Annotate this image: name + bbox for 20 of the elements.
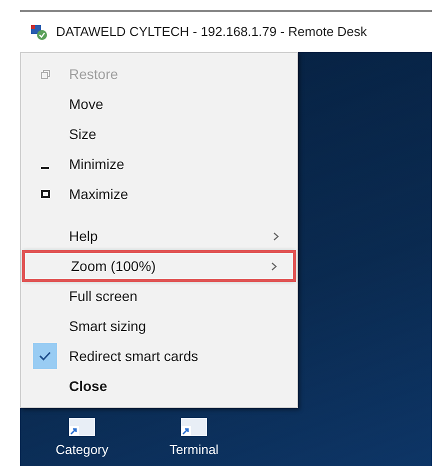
menu-item[interactable]: Smart sizing — [21, 311, 297, 341]
chevron-right-icon — [271, 262, 277, 270]
restore-icon — [40, 70, 50, 78]
menu-item[interactable]: Minimize — [21, 149, 297, 179]
minimize-icon — [41, 167, 49, 169]
maximize-icon — [40, 190, 50, 198]
menu-item[interactable]: Zoom (100%) — [23, 251, 295, 281]
checkmark-icon — [33, 343, 57, 369]
window-title: DATAWELD CYLTECH - 192.168.1.79 - Remote Desk — [56, 23, 367, 42]
menu-item[interactable]: Move — [21, 89, 297, 119]
menu-item[interactable]: Close — [21, 371, 297, 401]
desktop-icon-label[interactable]: Category — [56, 440, 108, 460]
menu-item[interactable]: Help — [21, 221, 297, 251]
menu-item[interactable]: Size — [21, 119, 297, 149]
menu-item[interactable]: Full screen — [21, 281, 297, 311]
chevron-right-icon — [273, 232, 279, 240]
menu-item[interactable]: Maximize — [21, 179, 297, 209]
desktop-icon-label[interactable]: Terminal — [169, 440, 219, 460]
menu-item[interactable]: Redirect smart cards — [21, 341, 297, 371]
remote-desktop-icon — [30, 23, 48, 41]
